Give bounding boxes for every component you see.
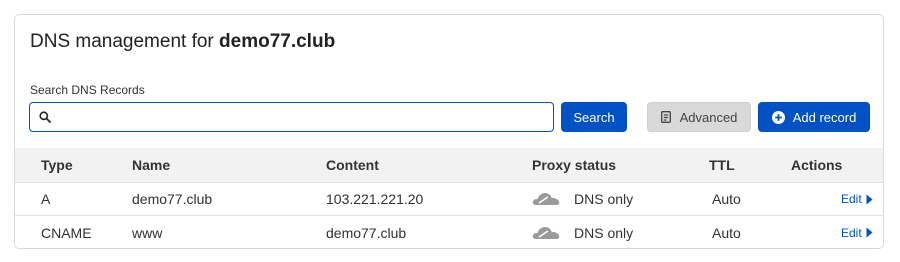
record-type: A bbox=[41, 191, 51, 207]
page-title-prefix: DNS management for bbox=[30, 31, 214, 52]
search-button[interactable]: Search bbox=[561, 102, 627, 132]
search-field[interactable] bbox=[29, 102, 554, 132]
document-icon bbox=[660, 111, 671, 123]
search-button-label: Search bbox=[573, 109, 615, 125]
column-header-ttl[interactable]: TTL bbox=[709, 148, 735, 182]
dns-management-card: DNS management for demo77.club Search DN… bbox=[14, 14, 884, 249]
record-content: demo77.club bbox=[326, 224, 407, 241]
page-title: DNS management for demo77.club bbox=[30, 31, 335, 53]
advanced-button[interactable]: Advanced bbox=[647, 102, 751, 132]
column-header-type[interactable]: Type bbox=[41, 148, 73, 182]
search-label: Search DNS Records bbox=[30, 83, 145, 97]
cloud-dns-only-icon bbox=[532, 226, 560, 240]
search-input[interactable] bbox=[60, 105, 548, 129]
proxy-status-label: DNS only bbox=[574, 224, 634, 241]
record-name: demo77.club bbox=[132, 191, 213, 207]
add-record-button-label: Add record bbox=[792, 109, 857, 125]
table-row: A demo77.club 103.221.221.20 DNS only Au… bbox=[15, 183, 883, 216]
record-type: CNAME bbox=[41, 224, 92, 241]
caret-right-icon bbox=[866, 227, 873, 238]
proxy-status-label: DNS only bbox=[574, 191, 634, 207]
table-row: CNAME www demo77.club DNS only Auto Edit bbox=[15, 216, 883, 248]
record-ttl: Auto bbox=[712, 224, 741, 241]
edit-label[interactable]: Edit bbox=[841, 192, 862, 206]
edit-label[interactable]: Edit bbox=[841, 226, 862, 240]
record-proxy-status: DNS only bbox=[532, 183, 633, 215]
caret-right-icon bbox=[866, 194, 873, 204]
record-name: www bbox=[132, 224, 163, 241]
plus-circle-icon bbox=[771, 110, 785, 124]
record-proxy-status: DNS only bbox=[532, 216, 634, 248]
edit-record-link[interactable]: Edit bbox=[841, 216, 873, 248]
column-header-name[interactable]: Name bbox=[132, 148, 170, 182]
page-title-domain: demo77.club bbox=[219, 31, 336, 52]
edit-record-link[interactable]: Edit bbox=[841, 183, 873, 215]
advanced-button-label: Advanced bbox=[679, 109, 738, 125]
record-content: 103.221.221.20 bbox=[326, 191, 424, 207]
record-ttl: Auto bbox=[712, 191, 741, 207]
column-header-proxy-status: Proxy status bbox=[532, 157, 617, 173]
column-header-content[interactable]: Content bbox=[326, 148, 379, 182]
column-header-actions: Actions bbox=[791, 157, 843, 173]
cloud-dns-only-icon bbox=[532, 193, 560, 206]
table-header: Type Name Content Proxy status TTL Actio… bbox=[15, 148, 883, 183]
search-icon bbox=[39, 111, 51, 123]
add-record-button[interactable]: Add record bbox=[758, 102, 870, 132]
